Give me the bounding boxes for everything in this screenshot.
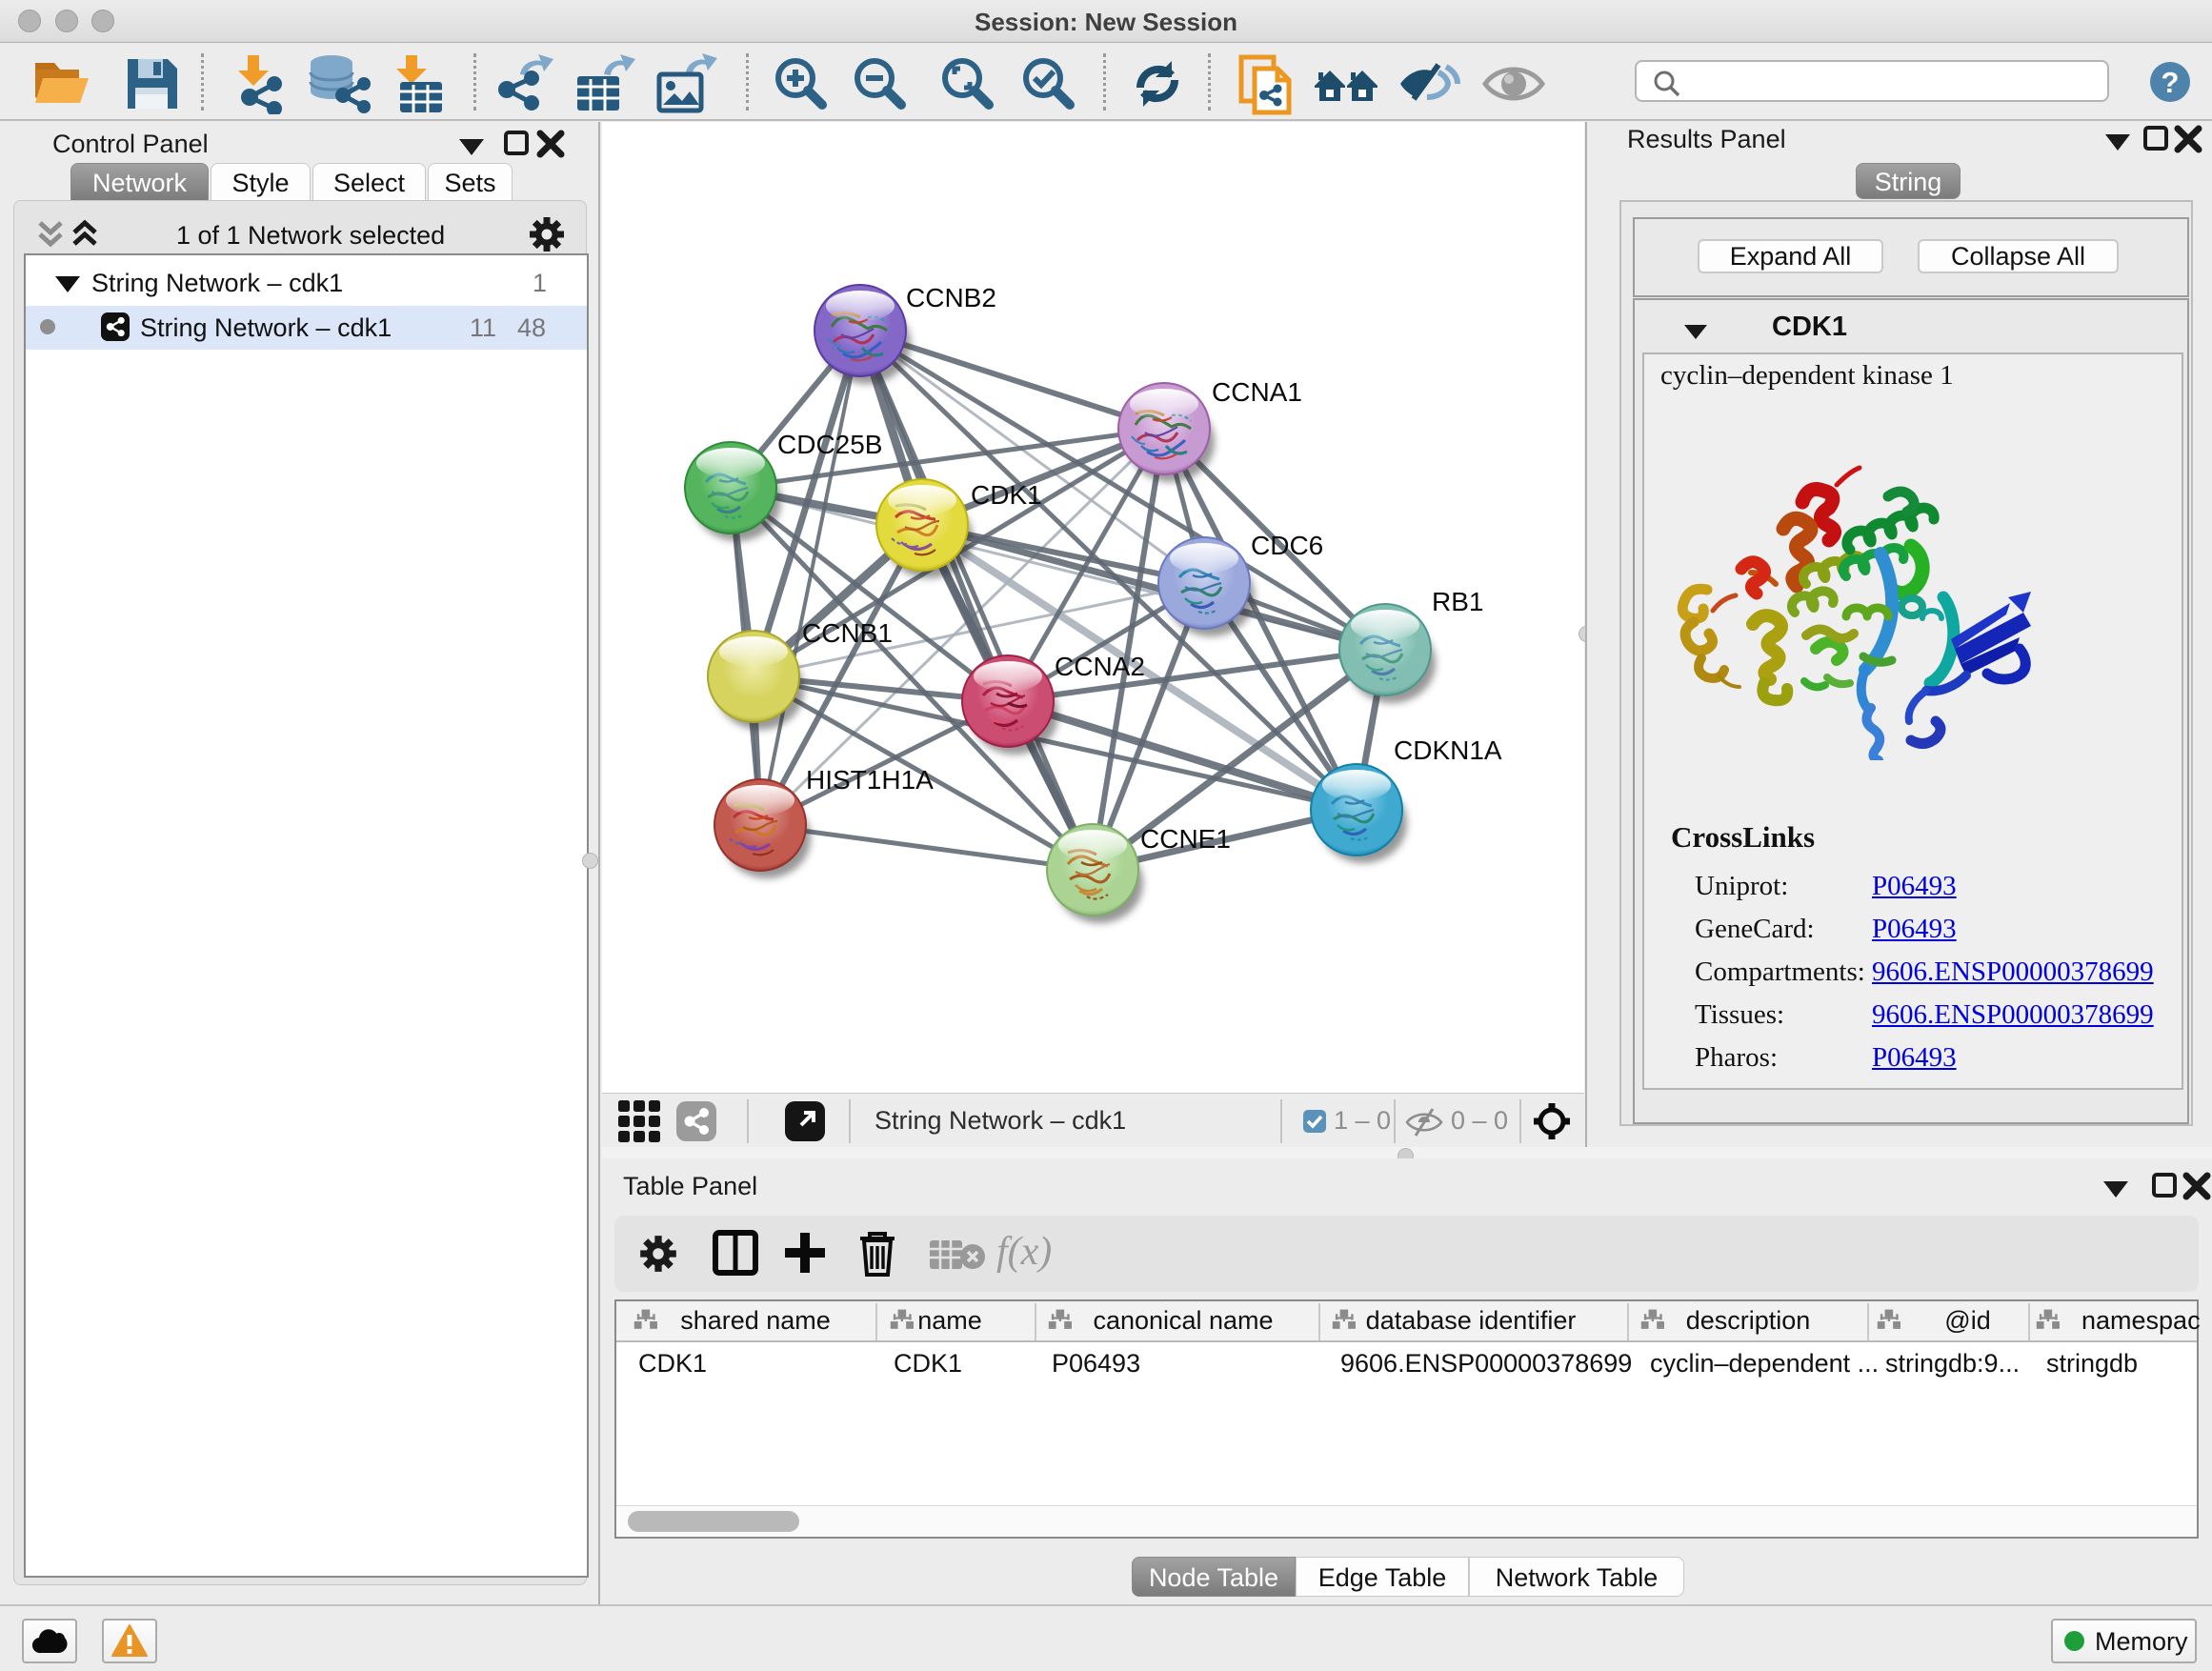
svg-text:CCNB2: CCNB2	[906, 283, 996, 312]
svg-text:CCNA1: CCNA1	[1212, 377, 1302, 407]
svg-text:CCNB1: CCNB1	[802, 618, 893, 648]
svg-text:CCNA2: CCNA2	[1055, 652, 1145, 681]
svg-text:?: ?	[2162, 66, 2180, 99]
svg-text:CDKN1A: CDKN1A	[1394, 735, 1502, 765]
svg-text:CDK1: CDK1	[971, 480, 1042, 510]
svg-text:CDC6: CDC6	[1251, 531, 1323, 560]
svg-text:HIST1H1A: HIST1H1A	[806, 765, 934, 795]
svg-text:CDC25B: CDC25B	[777, 430, 882, 459]
svg-text:CCNE1: CCNE1	[1140, 824, 1231, 854]
svg-text:RB1: RB1	[1432, 587, 1483, 616]
